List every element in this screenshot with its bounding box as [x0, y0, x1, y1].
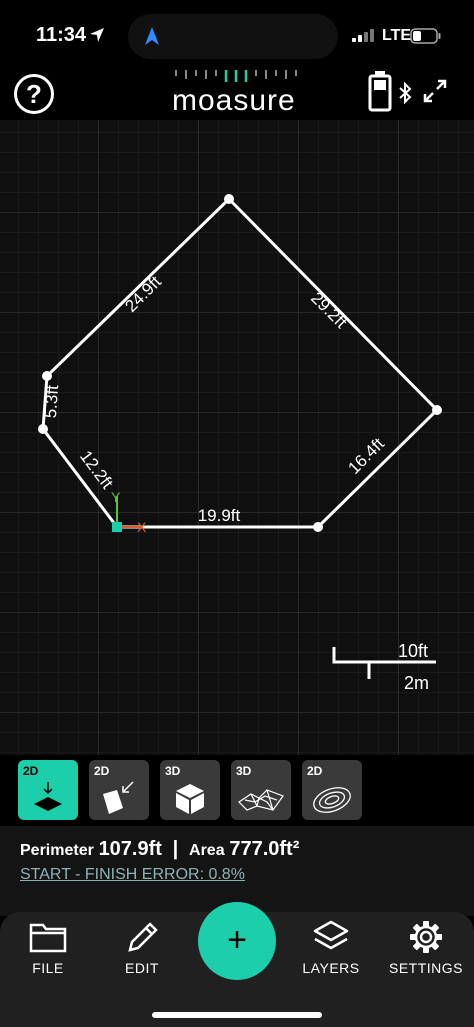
tab-layers[interactable]: LAYERS: [291, 920, 371, 976]
edge-label: 19.9ft: [198, 506, 241, 525]
edge-label: 29.2ft: [307, 288, 351, 332]
vertex-point: [42, 371, 52, 381]
tab-file[interactable]: FILE: [8, 920, 88, 976]
status-time: 11:34: [36, 24, 87, 46]
tab-layers-label: LAYERS: [302, 960, 360, 976]
area-label: Area: [189, 842, 225, 859]
vertex-point: [313, 522, 323, 532]
metrics-summary: Perimeter 107.9ft | Area 777.0ft²: [20, 838, 299, 861]
start-finish-error-link[interactable]: START - FINISH ERROR: 0.8%: [20, 866, 245, 884]
home-indicator: [152, 1012, 322, 1018]
layers-icon: [313, 920, 349, 950]
folder-icon: [29, 923, 67, 953]
location-arrow-icon: [90, 28, 104, 42]
vertex-point: [224, 194, 234, 204]
tab-edit-label: EDIT: [125, 960, 159, 976]
2d-plan-icon: [34, 782, 62, 811]
perimeter-value: 107.9ft: [98, 838, 162, 860]
edge-label: 5.3ft: [41, 384, 62, 419]
battery-icon: [410, 28, 441, 44]
metrics-separator: |: [172, 838, 179, 860]
gear-icon: [410, 921, 442, 953]
area-value: 777.0ft²: [229, 838, 300, 860]
vertex-point: [432, 405, 442, 415]
network-type: LTE: [382, 27, 412, 44]
tab-edit[interactable]: EDIT: [102, 920, 182, 976]
add-point-button[interactable]: +: [198, 902, 276, 980]
view-2d-plan-button[interactable]: 2D: [18, 760, 78, 820]
x-axis-label: X: [137, 519, 147, 535]
expand-icon[interactable]: [422, 78, 448, 104]
view-3d-terrain-button[interactable]: 3D: [231, 760, 291, 820]
perimeter-label: Perimeter: [20, 842, 94, 859]
app-logo: moasure: [172, 84, 296, 117]
tab-settings-label: SETTINGS: [388, 960, 463, 976]
edge-label: 16.4ft: [344, 434, 388, 478]
tab-settings[interactable]: SETTINGS: [386, 920, 466, 976]
cell-signal-icon: [352, 29, 374, 42]
scale-imperial-label: 10ft: [398, 641, 429, 661]
pencil-icon: [128, 922, 158, 952]
edge-label: 12.2ft: [76, 447, 117, 493]
scale-metric-label: 2m: [404, 673, 430, 693]
bluetooth-icon: [399, 82, 412, 104]
vertex-point: [38, 424, 48, 434]
tab-file-label: FILE: [32, 960, 64, 976]
edge-label: 24.9ft: [121, 272, 165, 316]
view-3d-cube-button[interactable]: 3D: [160, 760, 220, 820]
3d-terrain-icon: [238, 789, 284, 811]
help-button[interactable]: ?: [14, 74, 54, 114]
2d-elevation-icon: [103, 781, 134, 814]
view-2d-contour-button[interactable]: 2D: [302, 760, 362, 820]
y-axis-label: Y: [111, 489, 121, 505]
2d-contour-icon: [313, 787, 351, 813]
start-point-marker: [112, 522, 122, 532]
logo-scale-ticks: [175, 70, 297, 82]
view-2d-elevation-button[interactable]: 2D: [89, 760, 149, 820]
device-battery-icon[interactable]: [368, 70, 392, 112]
navigation-arrow-icon: [145, 27, 159, 45]
3d-cube-icon: [176, 784, 204, 814]
